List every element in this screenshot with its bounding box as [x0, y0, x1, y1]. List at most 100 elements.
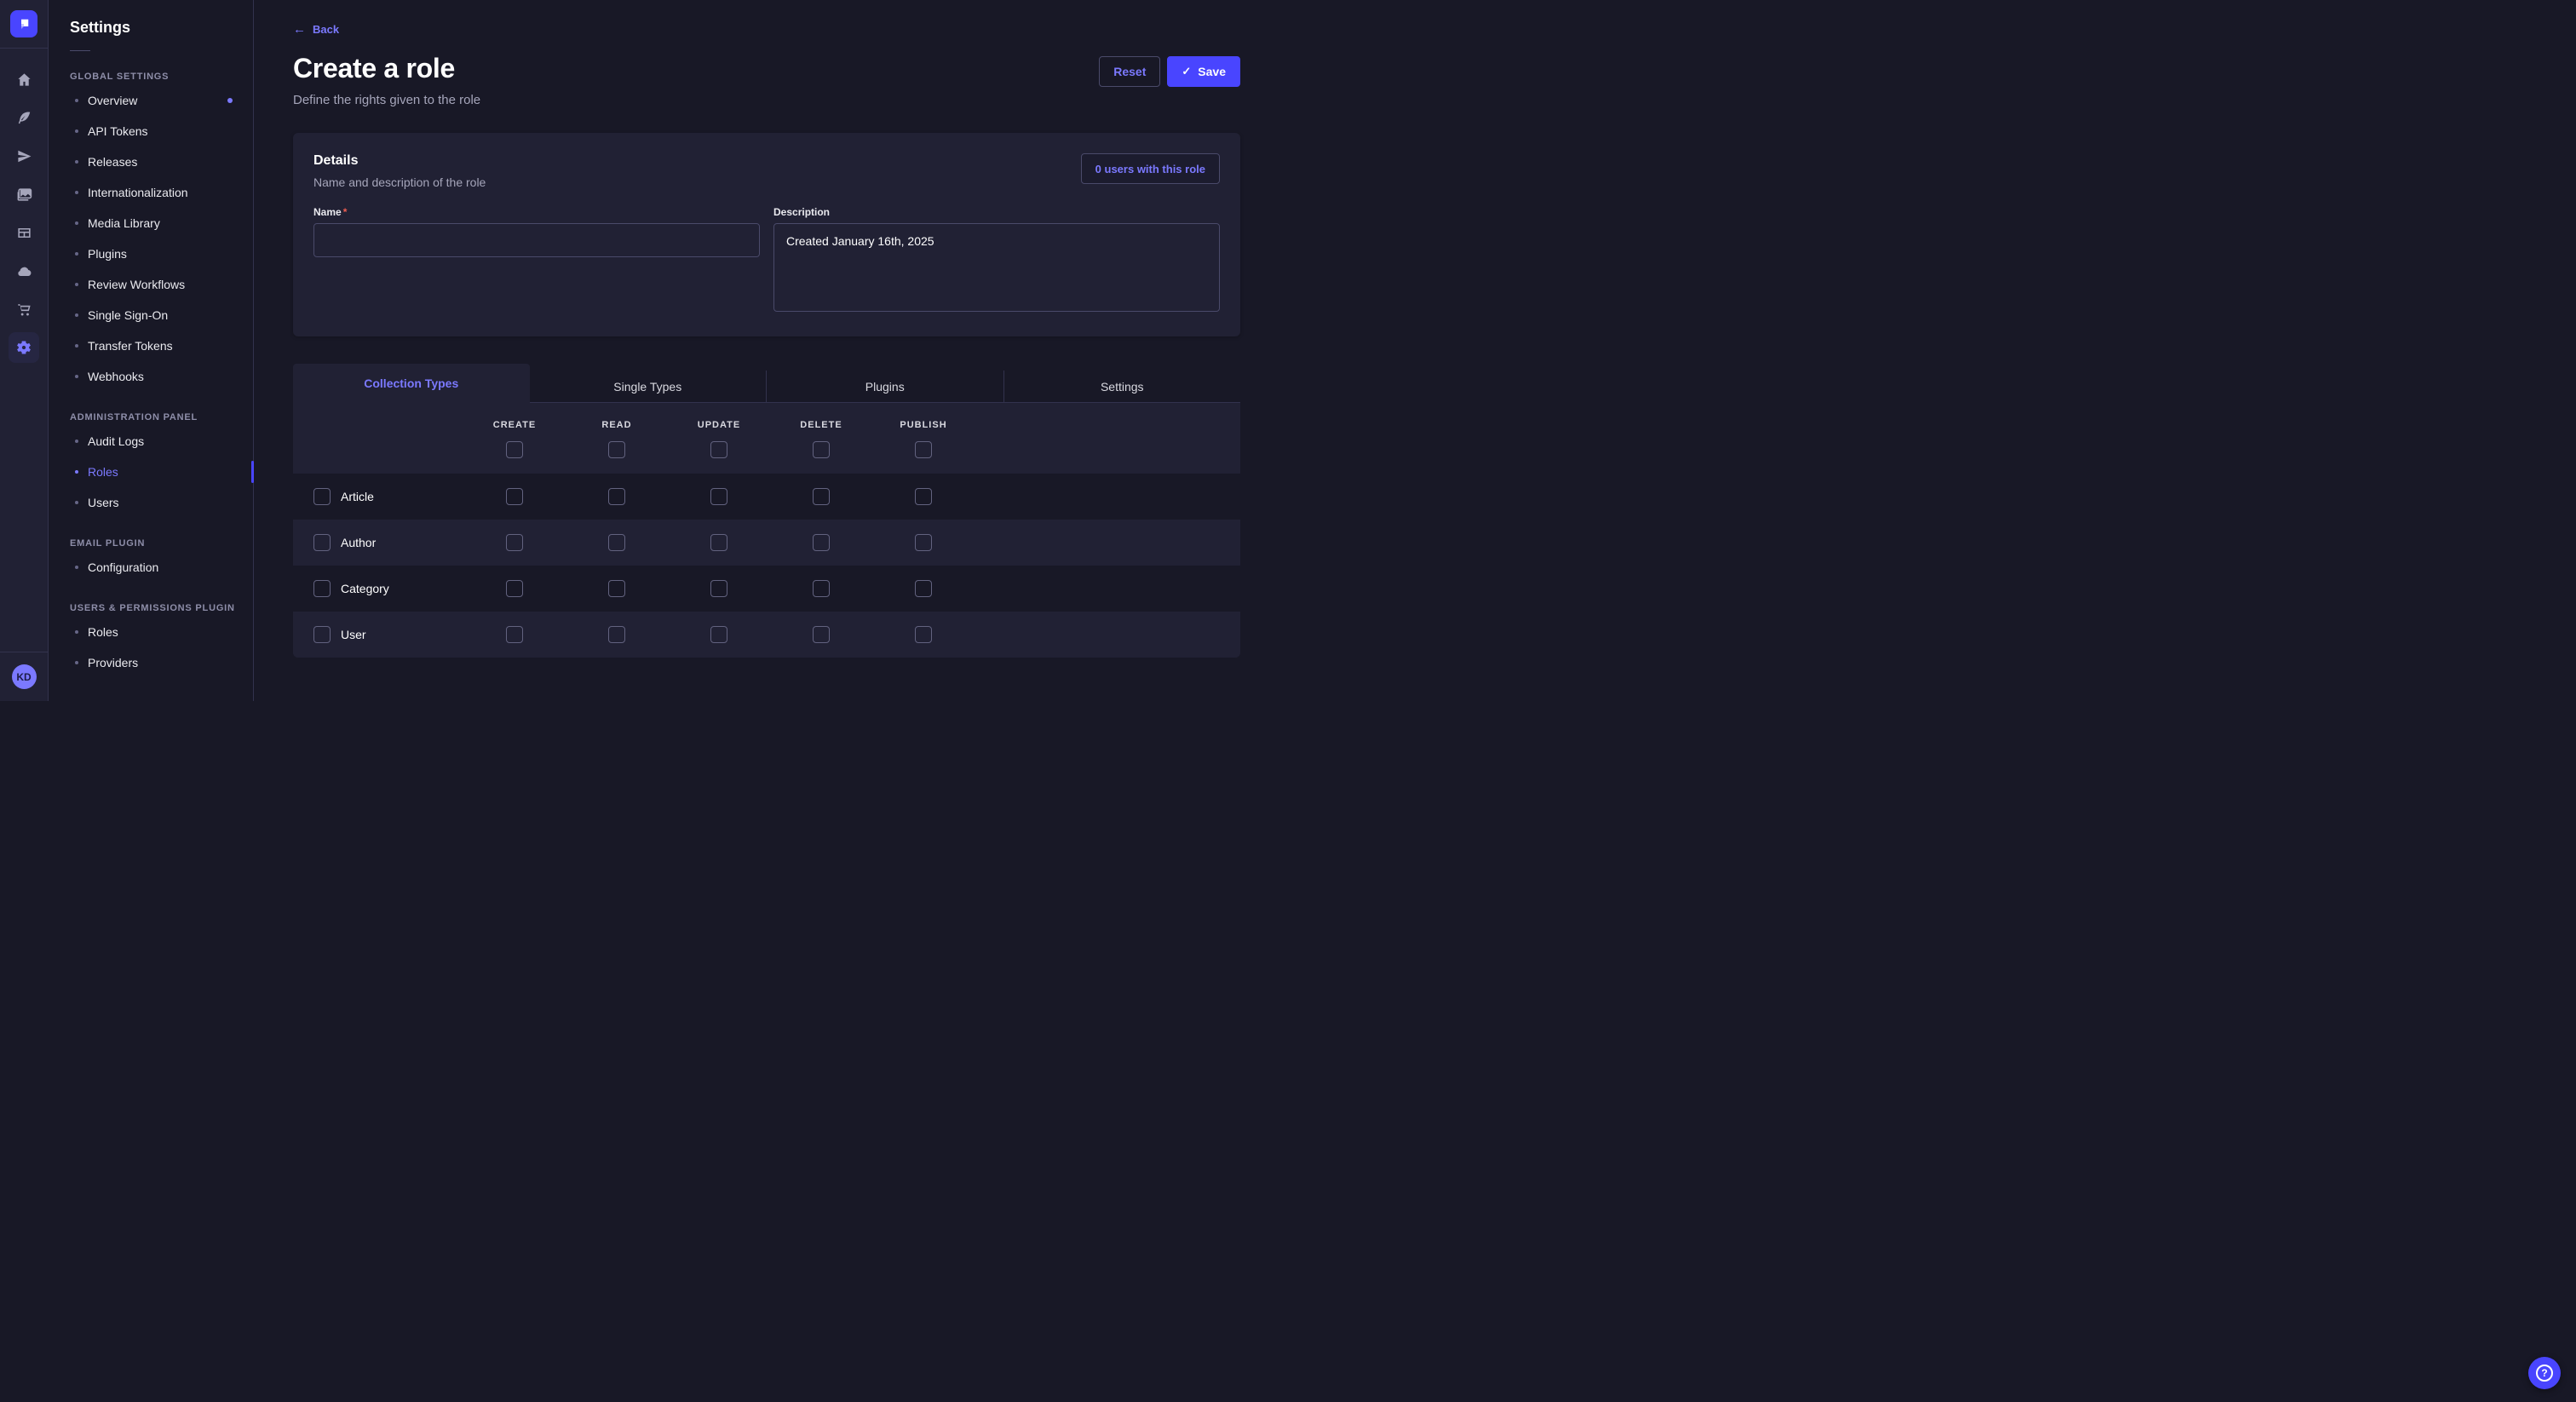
author-update-checkbox[interactable] [710, 534, 727, 551]
main-nav-rail: KD [0, 0, 49, 701]
content-manager-feather-icon[interactable] [15, 109, 32, 126]
bullet-icon [75, 313, 78, 317]
sidebar-item-api-tokens[interactable]: API Tokens [49, 116, 253, 147]
select-all-delete-checkbox[interactable] [813, 441, 830, 458]
content-type-builder-icon[interactable] [15, 224, 32, 241]
article-publish-checkbox[interactable] [915, 488, 932, 505]
sidebar-title-divider [70, 50, 90, 51]
row-label: User [341, 628, 366, 641]
deploy-paper-plane-icon[interactable] [15, 147, 32, 164]
column-labels-row: CREATE READ UPDATE DELETE PUBLISH [293, 420, 1240, 430]
user-avatar[interactable]: KD [12, 664, 37, 689]
name-input[interactable] [313, 223, 760, 257]
article-read-checkbox[interactable] [608, 488, 625, 505]
sidebar-item-plugins[interactable]: Plugins [49, 238, 253, 269]
sidebar-item-review-workflows[interactable]: Review Workflows [49, 269, 253, 300]
user-publish-checkbox[interactable] [915, 626, 932, 643]
sidebar-item-transfer-tokens[interactable]: Transfer Tokens [49, 330, 253, 361]
settings-sidebar: Settings GLOBAL SETTINGS Overview API To… [49, 0, 254, 701]
category-read-checkbox[interactable] [608, 580, 625, 597]
sidebar-item-overview[interactable]: Overview [49, 85, 253, 116]
sidebar-item-audit-logs[interactable]: Audit Logs [49, 426, 253, 457]
row-select-checkbox[interactable] [313, 626, 331, 643]
table-row-category: Category [293, 566, 1240, 612]
user-update-checkbox[interactable] [710, 626, 727, 643]
bullet-icon [75, 470, 78, 474]
row-label: Author [341, 536, 376, 549]
name-label: Name* [313, 206, 760, 218]
save-button[interactable]: ✓ Save [1167, 56, 1240, 87]
bullet-icon [75, 630, 78, 634]
row-select-checkbox[interactable] [313, 488, 331, 505]
question-mark-icon: ? [2536, 1365, 2553, 1382]
category-create-checkbox[interactable] [506, 580, 523, 597]
bullet-icon [75, 99, 78, 102]
page-header: Create a role Define the rights given to… [293, 53, 1240, 107]
page-title: Create a role [293, 53, 480, 84]
description-textarea[interactable]: Created January 16th, 2025 [773, 223, 1220, 312]
row-label: Category [341, 582, 389, 595]
row-select-checkbox[interactable] [313, 580, 331, 597]
main-content: ← Back Create a role Define the rights g… [254, 0, 1288, 701]
bullet-icon [75, 252, 78, 256]
permissions-table: CREATE READ UPDATE DELETE PUBLISH [293, 403, 1240, 658]
sidebar-item-webhooks[interactable]: Webhooks [49, 361, 253, 392]
sidebar-item-providers[interactable]: Providers [49, 647, 253, 678]
cloud-icon[interactable] [15, 262, 32, 279]
sidebar-item-internationalization[interactable]: Internationalization [49, 177, 253, 208]
sidebar-item-roles-admin[interactable]: Roles [49, 457, 253, 487]
column-create: CREATE [463, 420, 566, 430]
bullet-icon [75, 344, 78, 348]
sidebar-item-users[interactable]: Users [49, 487, 253, 518]
strapi-logo[interactable] [10, 10, 37, 37]
settings-gear-icon[interactable] [9, 332, 39, 363]
tab-settings[interactable]: Settings [1003, 371, 1241, 403]
details-title: Details [313, 153, 486, 169]
select-all-publish-checkbox[interactable] [915, 441, 932, 458]
bullet-icon [75, 160, 78, 164]
users-with-role-button[interactable]: 0 users with this role [1081, 153, 1220, 184]
row-label: Article [341, 490, 374, 503]
bullet-icon [75, 661, 78, 664]
article-update-checkbox[interactable] [710, 488, 727, 505]
author-delete-checkbox[interactable] [813, 534, 830, 551]
description-label: Description [773, 206, 1220, 218]
section-label: GLOBAL SETTINGS [49, 72, 253, 82]
table-row-article: Article [293, 474, 1240, 520]
select-all-create-checkbox[interactable] [506, 441, 523, 458]
sidebar-item-media-library[interactable]: Media Library [49, 208, 253, 238]
category-update-checkbox[interactable] [710, 580, 727, 597]
author-create-checkbox[interactable] [506, 534, 523, 551]
back-arrow-icon: ← [293, 23, 306, 36]
details-fields: Name* Description Created January 16th, … [313, 206, 1220, 316]
category-delete-checkbox[interactable] [813, 580, 830, 597]
tab-single-types[interactable]: Single Types [530, 371, 767, 403]
author-read-checkbox[interactable] [608, 534, 625, 551]
strapi-logo-icon [16, 16, 32, 32]
author-publish-checkbox[interactable] [915, 534, 932, 551]
details-card-header: Details Name and description of the role… [313, 153, 1220, 189]
article-delete-checkbox[interactable] [813, 488, 830, 505]
back-link[interactable]: ← Back [293, 23, 339, 36]
header-actions: Reset ✓ Save [1099, 56, 1240, 87]
row-select-checkbox[interactable] [313, 534, 331, 551]
sidebar-item-single-sign-on[interactable]: Single Sign-On [49, 300, 253, 330]
user-read-checkbox[interactable] [608, 626, 625, 643]
select-all-read-checkbox[interactable] [608, 441, 625, 458]
sidebar-item-releases[interactable]: Releases [49, 147, 253, 177]
tab-collection-types[interactable]: Collection Types [293, 364, 530, 403]
tab-plugins[interactable]: Plugins [766, 371, 1003, 403]
user-delete-checkbox[interactable] [813, 626, 830, 643]
home-icon[interactable] [15, 71, 32, 88]
select-all-update-checkbox[interactable] [710, 441, 727, 458]
article-create-checkbox[interactable] [506, 488, 523, 505]
marketplace-cart-icon[interactable] [15, 301, 32, 318]
user-create-checkbox[interactable] [506, 626, 523, 643]
sidebar-item-configuration[interactable]: Configuration [49, 552, 253, 583]
help-button[interactable]: ? [2528, 1357, 2561, 1389]
rail-icon-list [9, 71, 39, 652]
sidebar-item-roles-up[interactable]: Roles [49, 617, 253, 647]
media-library-icon[interactable] [15, 186, 32, 203]
category-publish-checkbox[interactable] [915, 580, 932, 597]
reset-button[interactable]: Reset [1099, 56, 1160, 87]
